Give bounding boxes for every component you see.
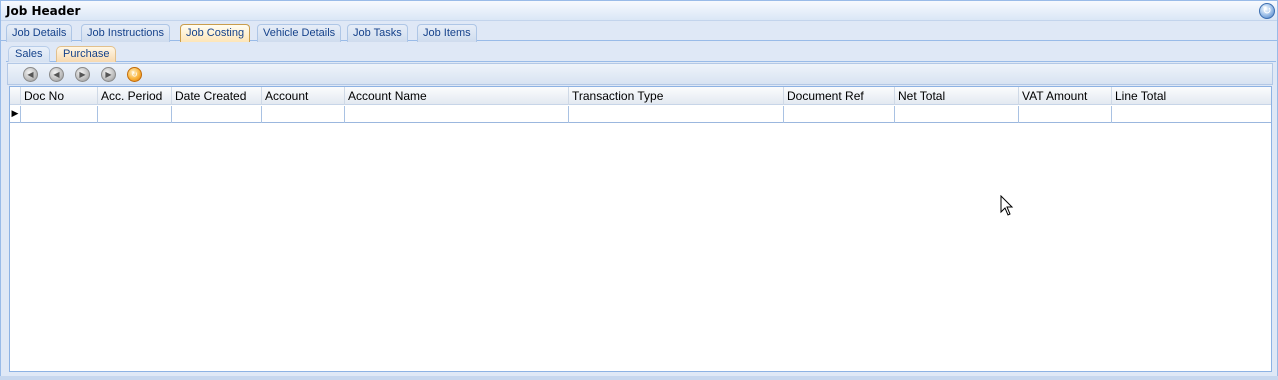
tab-job-instructions[interactable]: Job Instructions [81,24,171,42]
table-cell[interactable] [98,106,172,123]
next-icon[interactable]: ▶ [75,67,90,82]
column-header[interactable]: Document Ref [784,87,895,105]
column-header[interactable]: Date Created [172,87,262,105]
tab-job-tasks[interactable]: Job Tasks [347,24,408,42]
table-cell[interactable] [784,106,895,123]
job-header-panel: Job Header ↻ Job Details Job Instruction… [0,0,1278,380]
refresh-icon[interactable]: ↻ [1259,3,1275,19]
column-header[interactable]: Line Total [1112,87,1271,105]
grid-header: Doc No Acc. Period Date Created Account … [10,87,1271,105]
table-row[interactable]: ▶ [10,106,1271,123]
table-cell[interactable] [345,106,569,123]
panel-footer [0,376,1278,380]
column-header[interactable]: Transaction Type [569,87,784,105]
tab-job-items[interactable]: Job Items [417,24,477,42]
first-icon[interactable]: ◀ [23,67,38,82]
column-header[interactable]: VAT Amount [1019,87,1112,105]
previous-icon[interactable]: ◀ [49,67,64,82]
current-row-arrow-icon: ▶ [10,106,21,123]
tab-job-costing[interactable]: Job Costing [180,24,251,42]
table-cell[interactable] [1112,106,1271,123]
mouse-cursor-icon [1000,195,1014,216]
tab-job-details[interactable]: Job Details [6,24,73,42]
page-title: Job Header [6,4,81,18]
row-indicator-header [10,87,21,105]
table-cell[interactable] [21,106,98,123]
subtab-sales[interactable]: Sales [8,46,50,62]
table-cell[interactable] [262,106,345,123]
table-cell[interactable] [569,106,784,123]
costing-subtabs: Sales Purchase [6,44,1276,62]
subtab-purchase[interactable]: Purchase [56,46,117,62]
column-header[interactable]: Account Name [345,87,569,105]
grid-toolbar: ◀ ◀ ▶ ▶ ↻ [7,63,1273,85]
table-cell[interactable] [172,106,262,123]
job-tabs: Job Details Job Instructions Job Costing… [1,22,1277,42]
tab-vehicle-details[interactable]: Vehicle Details [257,24,342,42]
column-header[interactable]: Doc No [21,87,98,105]
panel-header: Job Header ↻ [1,1,1277,21]
last-icon[interactable]: ▶ [101,67,116,82]
table-cell[interactable] [895,106,1019,123]
purchase-grid: Doc No Acc. Period Date Created Account … [9,86,1272,372]
column-header[interactable]: Net Total [895,87,1019,105]
column-header[interactable]: Account [262,87,345,105]
refresh-icon[interactable]: ↻ [127,67,142,82]
table-cell[interactable] [1019,106,1112,123]
column-header[interactable]: Acc. Period [98,87,172,105]
